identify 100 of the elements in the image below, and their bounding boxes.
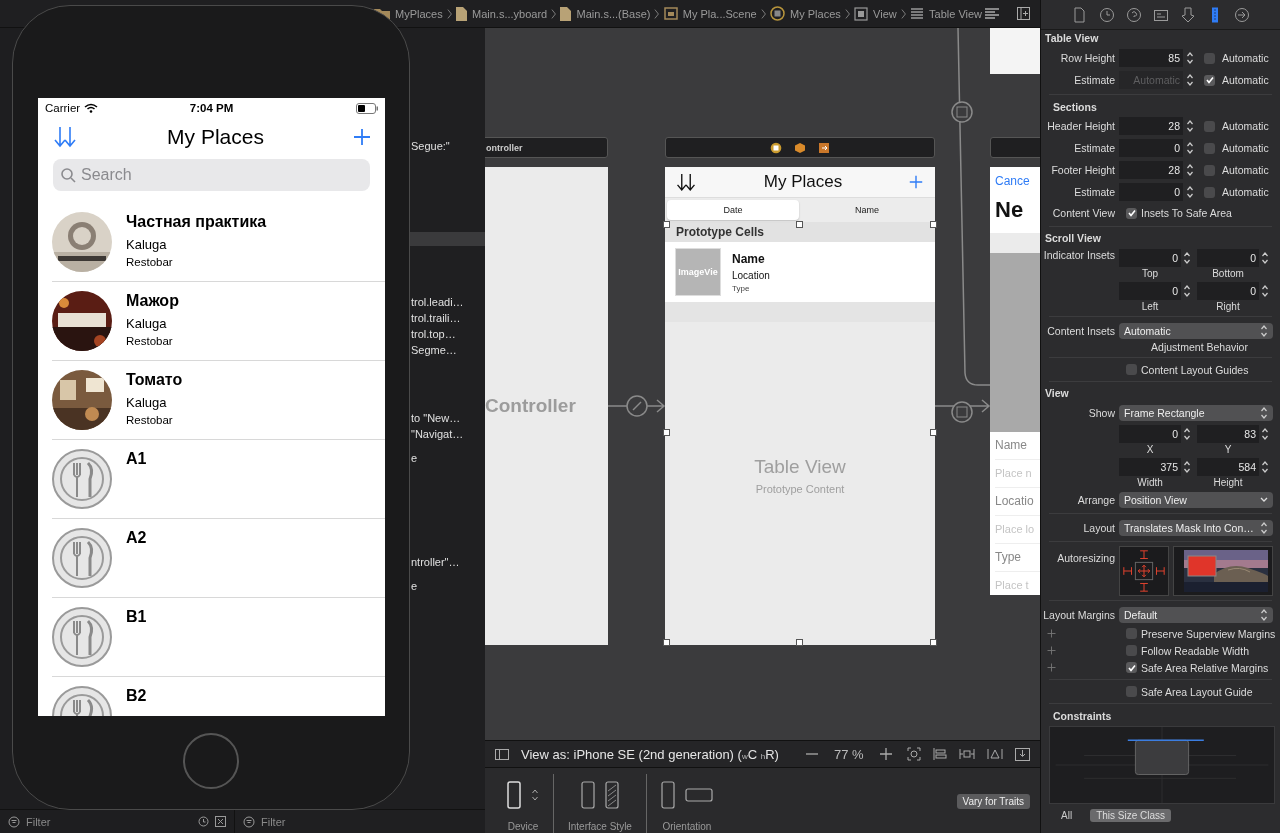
filter-field[interactable]: Filter bbox=[26, 815, 192, 828]
breadcrumb-item[interactable]: View bbox=[873, 7, 897, 20]
clock-icon[interactable] bbox=[198, 816, 209, 827]
segment[interactable]: Name bbox=[801, 200, 933, 220]
filter-icon[interactable] bbox=[8, 815, 20, 828]
outline-item[interactable]: e bbox=[411, 580, 418, 592]
scene-view[interactable]: My Places Date Name Prototype Cells ImageVie Name Location Type Table View Prototype Content bbox=[665, 167, 935, 645]
breadcrumb-item[interactable]: My Pla...Scene bbox=[682, 7, 757, 20]
exit-icon[interactable] bbox=[818, 141, 830, 154]
resize-handle[interactable] bbox=[663, 639, 670, 646]
add-icon[interactable] bbox=[1047, 646, 1056, 655]
stepper-icon[interactable] bbox=[1183, 427, 1191, 441]
outline-item[interactable]: e bbox=[411, 452, 418, 464]
stepper-icon[interactable] bbox=[1261, 460, 1269, 474]
stepper-icon[interactable] bbox=[1261, 284, 1269, 298]
checkbox[interactable] bbox=[1126, 686, 1137, 697]
add-icon[interactable] bbox=[1047, 663, 1056, 672]
checkbox[interactable] bbox=[1126, 662, 1137, 673]
number-field[interactable]: 0 bbox=[1119, 249, 1181, 267]
cube-icon[interactable] bbox=[794, 141, 806, 154]
checkbox[interactable] bbox=[1204, 52, 1215, 64]
outline-item[interactable]: "Navigat… bbox=[411, 428, 464, 440]
place-row[interactable]: Частная практика Kaluga Restobar bbox=[38, 203, 385, 282]
breadcrumb-item[interactable]: Table View bbox=[929, 7, 983, 20]
resize-handle[interactable] bbox=[663, 221, 670, 228]
number-field[interactable]: 375 bbox=[1119, 458, 1181, 476]
place-row[interactable]: A2 bbox=[38, 519, 385, 598]
size-class-button[interactable]: All bbox=[1055, 808, 1079, 822]
checkbox[interactable] bbox=[1204, 120, 1215, 132]
connection-line[interactable] bbox=[957, 28, 991, 386]
view-controller-icon[interactable] bbox=[770, 141, 782, 154]
connections-inspector-tab[interactable] bbox=[1232, 5, 1251, 24]
breadcrumb-item[interactable]: Main.s...yboard bbox=[472, 7, 548, 20]
checkbox[interactable] bbox=[1204, 186, 1215, 198]
history-inspector-tab[interactable] bbox=[1097, 5, 1116, 24]
breadcrumb-item[interactable]: MyPlaces bbox=[395, 7, 443, 20]
resize-handle[interactable] bbox=[663, 429, 670, 436]
number-field[interactable]: 83 bbox=[1197, 425, 1259, 443]
outline-item[interactable]: Segme… bbox=[411, 344, 457, 356]
outline-item[interactable]: Segue:" bbox=[411, 140, 450, 152]
resize-handle[interactable] bbox=[930, 639, 937, 646]
autoresizing-mask-control[interactable] bbox=[1119, 546, 1169, 596]
striped-phone-icon[interactable] bbox=[604, 780, 619, 809]
number-field[interactable]: 0 bbox=[1119, 282, 1181, 300]
popup-button[interactable]: Automatic bbox=[1119, 322, 1273, 339]
resize-handle[interactable] bbox=[930, 429, 937, 436]
filter-field[interactable]: Filter bbox=[261, 815, 477, 828]
number-field[interactable]: 0 bbox=[1197, 249, 1259, 267]
stepper-icon[interactable] bbox=[1261, 427, 1269, 441]
segue-icon[interactable] bbox=[951, 101, 973, 123]
size-class-button[interactable]: This Size Class bbox=[1090, 808, 1172, 822]
number-field[interactable]: 0 bbox=[1119, 425, 1181, 443]
outline-item[interactable]: trol.traili… bbox=[411, 312, 461, 324]
stepper-icon[interactable] bbox=[1183, 251, 1191, 265]
number-field[interactable]: 28 bbox=[1119, 117, 1183, 135]
resolve-icon[interactable] bbox=[987, 747, 1003, 761]
vary-for-traits-button[interactable]: Vary for Traits bbox=[956, 794, 1030, 809]
sort-icon[interactable] bbox=[675, 172, 697, 192]
filter-scope-icon[interactable] bbox=[215, 816, 226, 827]
number-field[interactable]: 584 bbox=[1197, 458, 1259, 476]
place-row[interactable]: B2 bbox=[38, 677, 385, 716]
checkbox[interactable] bbox=[1204, 142, 1215, 154]
phone-icon[interactable] bbox=[580, 780, 595, 809]
outline-item[interactable]: trol.leadi… bbox=[411, 296, 464, 308]
place-row[interactable]: Мажор Kaluga Restobar bbox=[38, 282, 385, 361]
popup-button[interactable]: Frame Rectangle bbox=[1119, 404, 1273, 421]
add-icon[interactable] bbox=[353, 128, 371, 146]
filter-icon[interactable] bbox=[243, 815, 255, 828]
zoom-in-button[interactable] bbox=[878, 747, 893, 761]
checkbox[interactable] bbox=[1204, 164, 1215, 176]
embed-icon[interactable] bbox=[1015, 747, 1030, 761]
stepper-icon[interactable] bbox=[1186, 73, 1194, 87]
segue-arrow[interactable] bbox=[607, 399, 666, 413]
segue-icon[interactable] bbox=[951, 401, 973, 423]
add-icon[interactable] bbox=[1047, 629, 1056, 638]
outline-item[interactable]: to "New… bbox=[411, 412, 461, 424]
stepper-icon[interactable] bbox=[1186, 185, 1194, 199]
place-row[interactable]: A1 bbox=[38, 440, 385, 519]
stepper-icon[interactable] bbox=[1186, 141, 1194, 155]
outline-item[interactable]: ntroller"… bbox=[411, 556, 460, 568]
segment[interactable]: Date bbox=[667, 200, 799, 220]
checkbox[interactable] bbox=[1126, 364, 1137, 375]
checkbox[interactable] bbox=[1204, 74, 1215, 86]
stepper-icon[interactable] bbox=[1186, 51, 1194, 65]
update-frames-icon[interactable] bbox=[907, 747, 921, 761]
align-icon[interactable] bbox=[933, 747, 947, 761]
checkbox[interactable] bbox=[1126, 207, 1137, 219]
number-field[interactable]: 0 bbox=[1119, 183, 1183, 201]
place-row[interactable]: Томато Kaluga Restobar bbox=[38, 361, 385, 440]
resize-handle[interactable] bbox=[796, 221, 803, 228]
help-inspector-tab[interactable] bbox=[1124, 5, 1143, 24]
number-field[interactable]: 0 bbox=[1119, 139, 1183, 157]
number-field[interactable]: 85 bbox=[1119, 49, 1183, 67]
number-field[interactable]: 28 bbox=[1119, 161, 1183, 179]
stepper-icon[interactable] bbox=[1261, 251, 1269, 265]
stepper-icon[interactable] bbox=[1186, 119, 1194, 133]
add-editor-icon[interactable] bbox=[1017, 7, 1031, 20]
segue-arrow[interactable] bbox=[934, 399, 991, 413]
search-field[interactable]: Search bbox=[53, 159, 370, 191]
sidebar-icon[interactable] bbox=[495, 748, 509, 760]
